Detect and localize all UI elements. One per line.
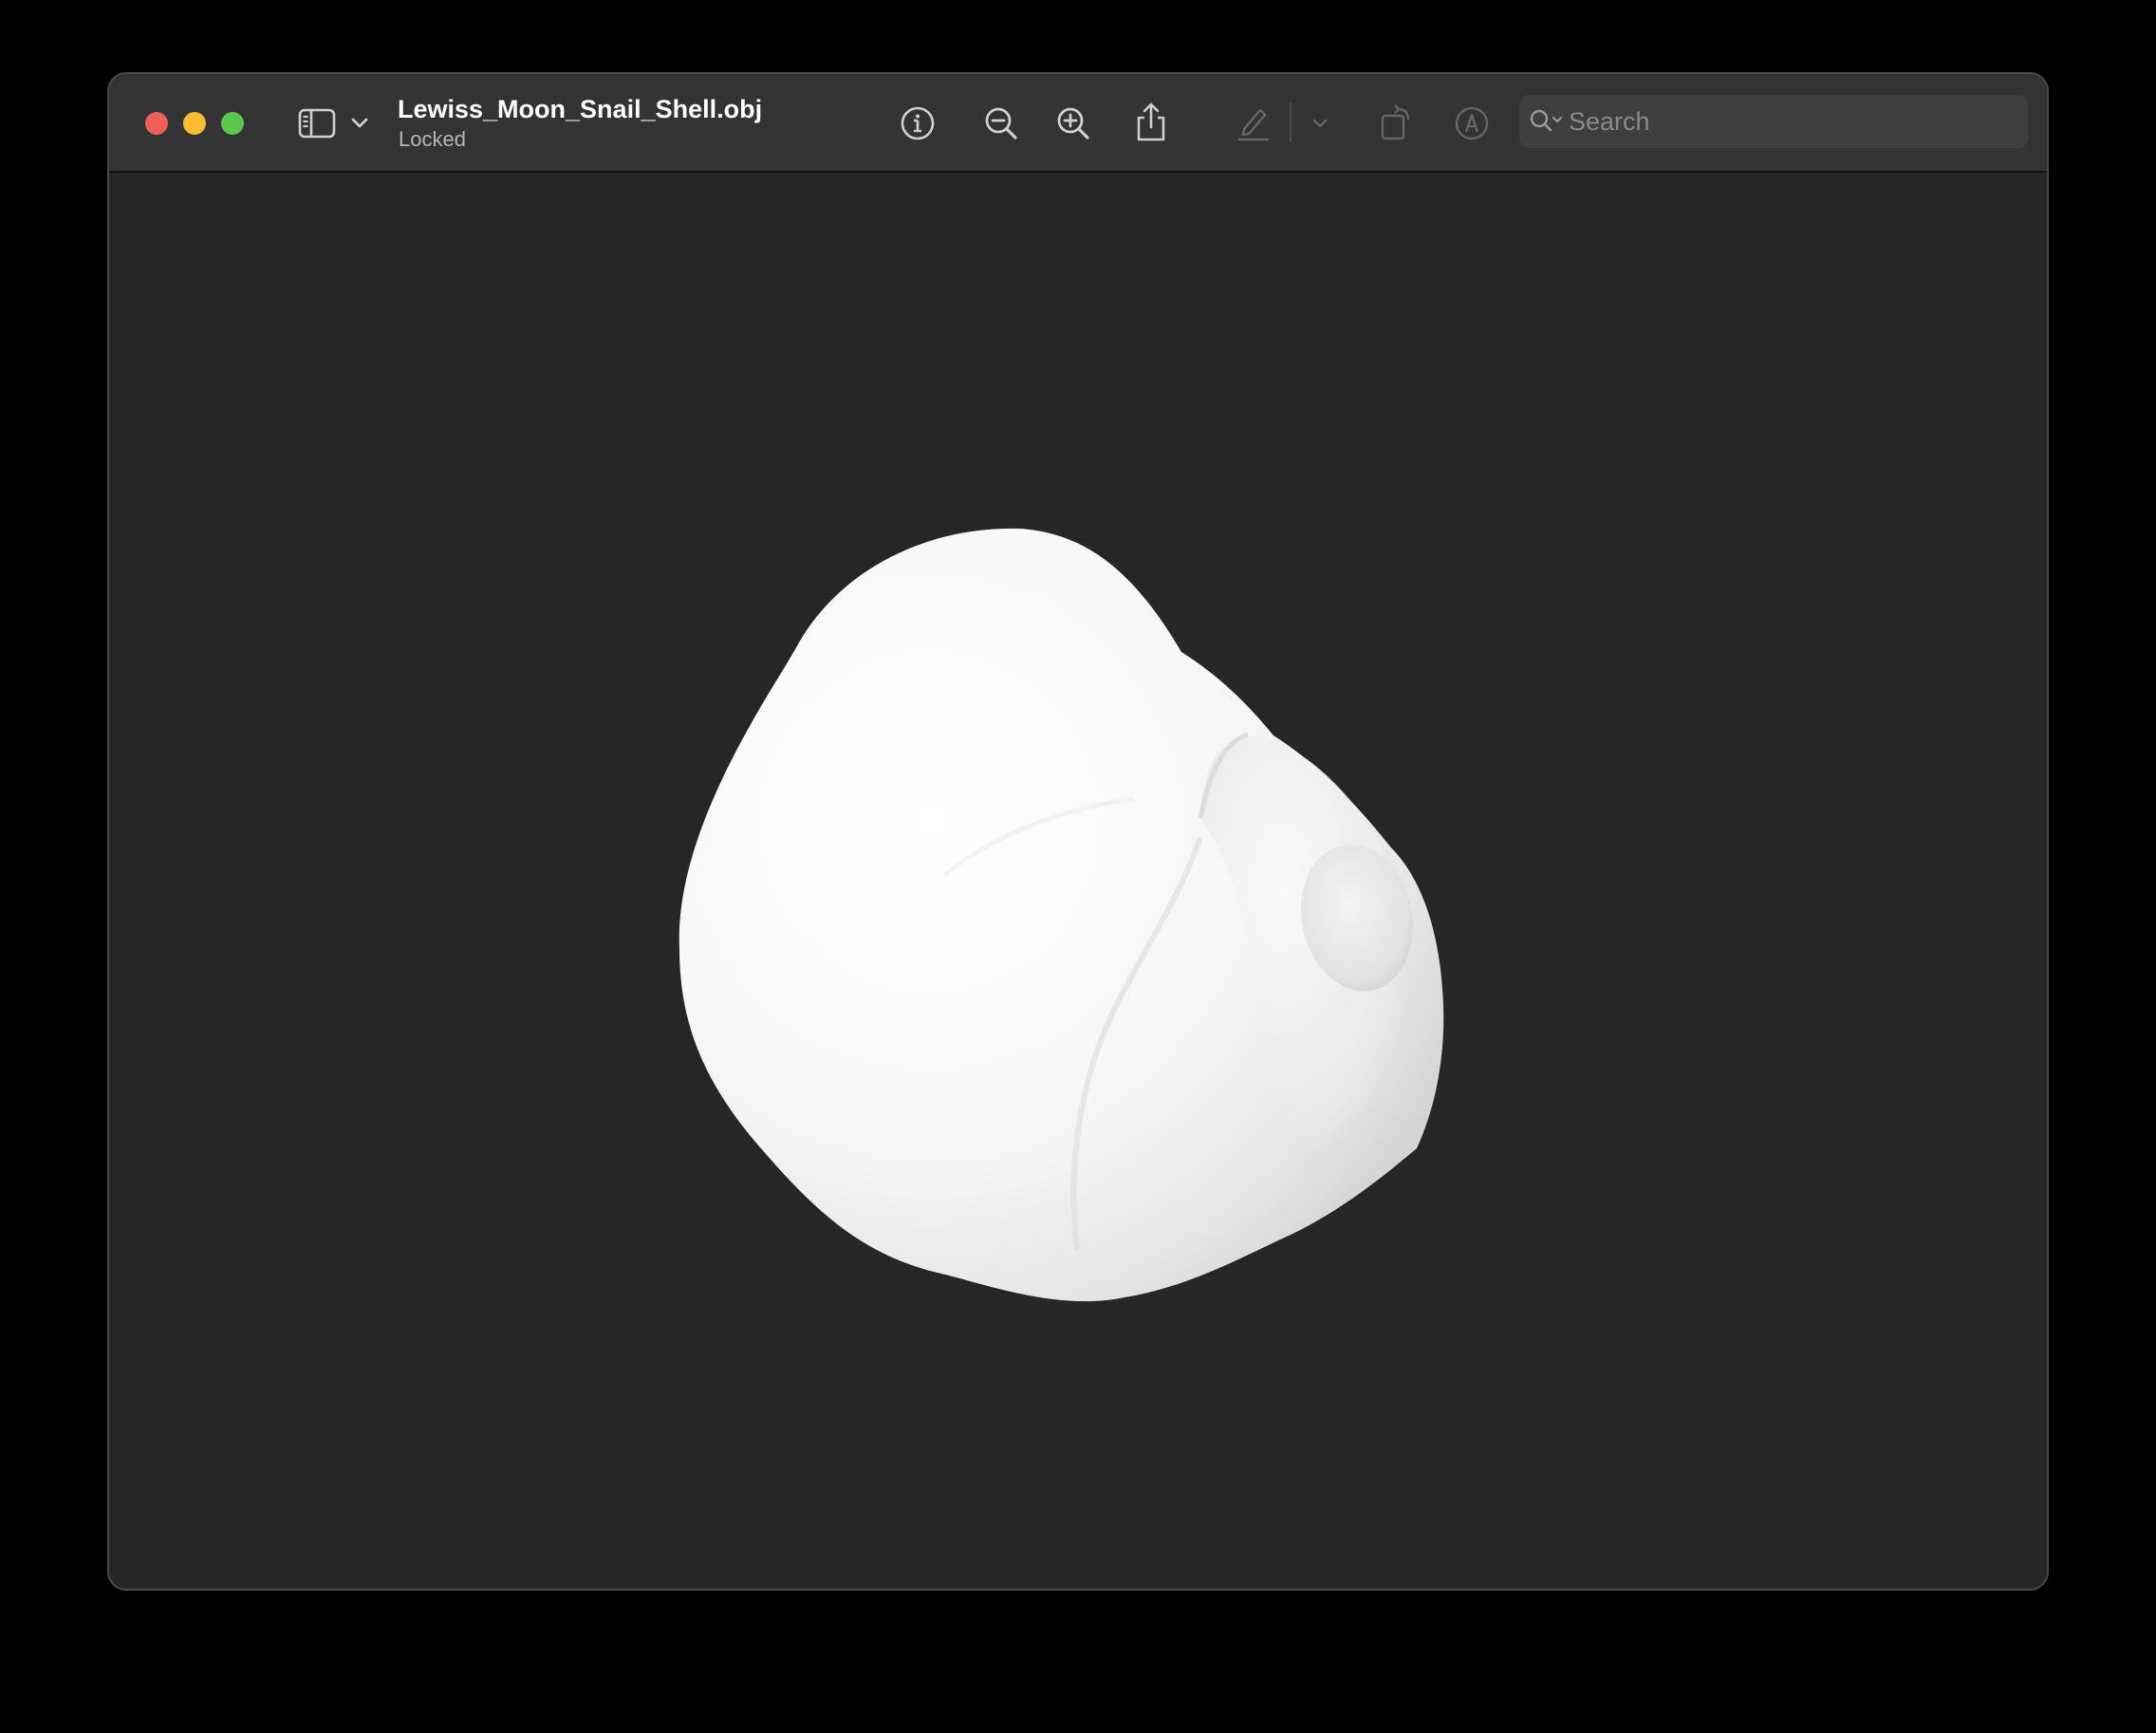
chevron-down-icon[interactable]: [348, 112, 371, 135]
markup-icon[interactable]: [1451, 102, 1493, 144]
rotate-icon[interactable]: [1375, 99, 1417, 144]
share-icon[interactable]: [1130, 99, 1172, 144]
zoom-out-icon[interactable]: [980, 102, 1022, 144]
highlight-pen-icon[interactable]: [1233, 101, 1274, 144]
titlebar: Lewiss_Moon_Snail_Shell.obj Locked: [109, 74, 2047, 173]
sidebar-icon[interactable]: [296, 104, 338, 142]
shell-model[interactable]: [109, 173, 2047, 1589]
zoom-in-icon[interactable]: [1052, 102, 1094, 144]
maximize-button[interactable]: [221, 112, 244, 135]
document-title: Lewiss_Moon_Snail_Shell.obj: [398, 95, 763, 123]
close-button[interactable]: [145, 112, 168, 135]
model-viewport[interactable]: [109, 173, 2047, 1589]
minimize-button[interactable]: [183, 112, 206, 135]
search-icon: [1529, 108, 1567, 140]
document-status: Locked: [399, 127, 466, 151]
preview-window: Lewiss_Moon_Snail_Shell.obj Locked: [107, 72, 2049, 1591]
chevron-down-icon[interactable]: [1309, 112, 1331, 135]
info-icon[interactable]: [897, 102, 939, 144]
search-input[interactable]: [1569, 95, 2015, 148]
toolbar-divider: [1290, 102, 1292, 142]
search-field[interactable]: [1519, 95, 2028, 148]
